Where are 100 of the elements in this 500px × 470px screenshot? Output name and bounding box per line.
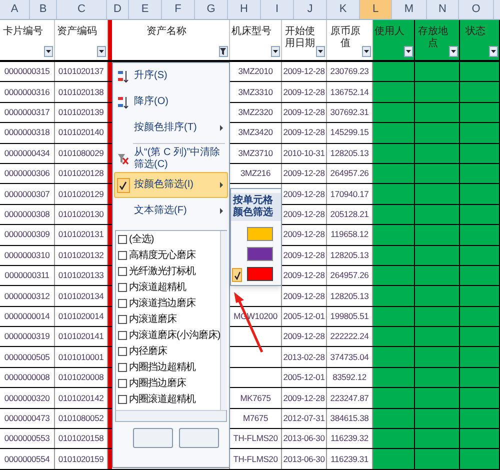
column-header: 机床型号 bbox=[230, 24, 272, 38]
table-cell: 0000000306 bbox=[0, 164, 55, 184]
table-cell: 2013-02-28 bbox=[282, 347, 327, 367]
dropdown-arrow-icon bbox=[46, 50, 51, 53]
table-cell: 2009-12-28 bbox=[282, 62, 327, 82]
table-cell: 2009-12-28 bbox=[282, 102, 327, 122]
table-cell: 2010-10-31 bbox=[282, 144, 327, 163]
table-cell: 2009-12-28 bbox=[282, 286, 327, 306]
table-cell: 2009-12-28 bbox=[282, 82, 327, 102]
check-icon bbox=[232, 268, 242, 282]
table-cell: 0000000309 bbox=[0, 225, 55, 245]
table-cell: 2009-12-28 bbox=[282, 327, 327, 346]
filter-value-label: 光纤激光打标机 bbox=[129, 265, 196, 278]
menu-item[interactable]: 升序(S) bbox=[114, 63, 228, 89]
dropdown-arrow-icon bbox=[491, 50, 496, 53]
funnel-icon bbox=[220, 48, 227, 56]
sort-descending-icon bbox=[118, 96, 128, 108]
table-cell: 0000000505 bbox=[0, 347, 55, 367]
filter-value-label: 内径磨床 bbox=[129, 345, 167, 358]
dropdown-arrow-icon bbox=[99, 50, 104, 53]
color-swatch[interactable] bbox=[247, 267, 273, 281]
table-cell: 0000000308 bbox=[0, 204, 55, 224]
checkbox[interactable] bbox=[118, 235, 127, 244]
filter-value-label: (全选) bbox=[129, 233, 154, 246]
column-header: 资产编码 bbox=[56, 24, 98, 38]
filter-dropdown-button[interactable] bbox=[271, 46, 280, 57]
table-cell: 2009-12-28 bbox=[282, 164, 327, 184]
filter-dropdown-button[interactable] bbox=[316, 46, 325, 57]
filter-value-label: 内滚道磨床(小沟磨床) bbox=[129, 329, 220, 342]
dropdown-arrow-icon bbox=[406, 50, 411, 53]
dropdown-arrow-icon bbox=[318, 50, 323, 53]
table-cell: 2013-06-30 bbox=[282, 449, 327, 469]
filter-dropdown-button[interactable] bbox=[404, 46, 413, 57]
menu-item[interactable]: 降序(O) bbox=[114, 89, 228, 115]
column-header: 资产名称 bbox=[146, 24, 188, 38]
filter-value-label: 高精度无心磨床 bbox=[129, 249, 196, 262]
filter-value-label: 内圈挡边磨床 bbox=[129, 377, 186, 390]
checkbox[interactable] bbox=[118, 395, 127, 404]
table-cell: 0000000311 bbox=[0, 266, 55, 286]
menu-item[interactable]: 按颜色排序(T) bbox=[114, 115, 228, 141]
menu-item[interactable]: 按颜色筛选(I) bbox=[114, 172, 228, 198]
filter-dropdown-button[interactable] bbox=[489, 46, 498, 57]
checkbox[interactable] bbox=[118, 347, 127, 356]
dialog-button[interactable] bbox=[179, 428, 219, 448]
submenu-title: 按单元格颜色筛选 bbox=[231, 193, 281, 221]
filter-dropdown-button[interactable] bbox=[97, 46, 106, 57]
dialog-button[interactable] bbox=[133, 428, 173, 448]
horizontal-scrollbar[interactable] bbox=[116, 410, 226, 421]
table-cell: 0000000317 bbox=[0, 102, 55, 122]
filter-dropdown-button[interactable] bbox=[362, 46, 371, 57]
dropdown-arrow-icon bbox=[451, 50, 456, 53]
filter-value-label: 内圈滚道超精机 bbox=[129, 393, 196, 406]
table-cell: 2005-12-01 bbox=[282, 368, 327, 388]
table-cell: 2005-12-01 bbox=[282, 306, 327, 326]
checkbox[interactable] bbox=[118, 283, 127, 292]
table-cell: 0000000310 bbox=[0, 246, 55, 265]
table-cell: 2009-12-28 bbox=[282, 388, 327, 408]
color-swatch[interactable] bbox=[247, 247, 273, 261]
table-cell: 0000000319 bbox=[0, 327, 55, 346]
checkbox[interactable] bbox=[118, 299, 127, 308]
checkbox[interactable] bbox=[118, 251, 127, 260]
table-cell: 2009-12-28 bbox=[282, 123, 327, 143]
column-header: 使用人 bbox=[374, 25, 406, 38]
column-letter[interactable]: L bbox=[360, 0, 392, 19]
clear-filter-icon bbox=[118, 153, 128, 165]
checkbox[interactable] bbox=[118, 379, 127, 388]
table-cell: 2013-06-30 bbox=[282, 429, 327, 448]
column-header: 状态 bbox=[464, 24, 486, 38]
filter-dropdown-button[interactable] bbox=[44, 46, 53, 57]
table-cell: 0000000008 bbox=[0, 368, 55, 388]
checkbox[interactable] bbox=[118, 267, 127, 276]
menu-item[interactable]: 从“(第 C 列)”中清除筛选(C) bbox=[114, 146, 228, 172]
checkbox[interactable] bbox=[118, 315, 127, 324]
filter-value-label: 内滚道挡边磨床 bbox=[129, 297, 196, 310]
vertical-scrollbar[interactable] bbox=[220, 231, 228, 410]
checkbox[interactable] bbox=[118, 331, 127, 340]
table-cell: 0000000473 bbox=[0, 408, 55, 428]
column-header: 存放地点 bbox=[417, 24, 449, 50]
menu-item[interactable]: 文本筛选(F) bbox=[114, 198, 228, 224]
filter-active-button[interactable] bbox=[219, 46, 228, 57]
table-cell: 2012-07-31 bbox=[282, 408, 327, 428]
column-header: 卡片编号 bbox=[2, 24, 44, 38]
dropdown-arrow-icon bbox=[273, 50, 278, 53]
table-cell: 0000000014 bbox=[0, 306, 55, 326]
column-header: 原币原值 bbox=[330, 24, 362, 50]
table-cell: 0000000318 bbox=[0, 123, 55, 143]
dropdown-arrow-icon bbox=[364, 50, 369, 53]
table-cell: 0000000320 bbox=[0, 388, 55, 408]
table-cell: 0000000554 bbox=[0, 449, 55, 469]
filter-value-label: 内滚道超精机 bbox=[129, 281, 186, 294]
table-cell: 0000000312 bbox=[0, 286, 55, 306]
checkbox[interactable] bbox=[118, 363, 127, 372]
table-cell: 0000000307 bbox=[0, 184, 55, 204]
column-header: 开始使用日期 bbox=[284, 25, 316, 50]
sort-ascending-icon bbox=[118, 70, 128, 82]
table-cell: 0000000315 bbox=[0, 62, 55, 82]
color-swatch[interactable] bbox=[247, 227, 273, 241]
table-cell: 0000000434 bbox=[0, 144, 55, 163]
filter-value-label: 内圈挡边超精机 bbox=[129, 361, 196, 374]
filter-dropdown-button[interactable] bbox=[449, 46, 458, 57]
